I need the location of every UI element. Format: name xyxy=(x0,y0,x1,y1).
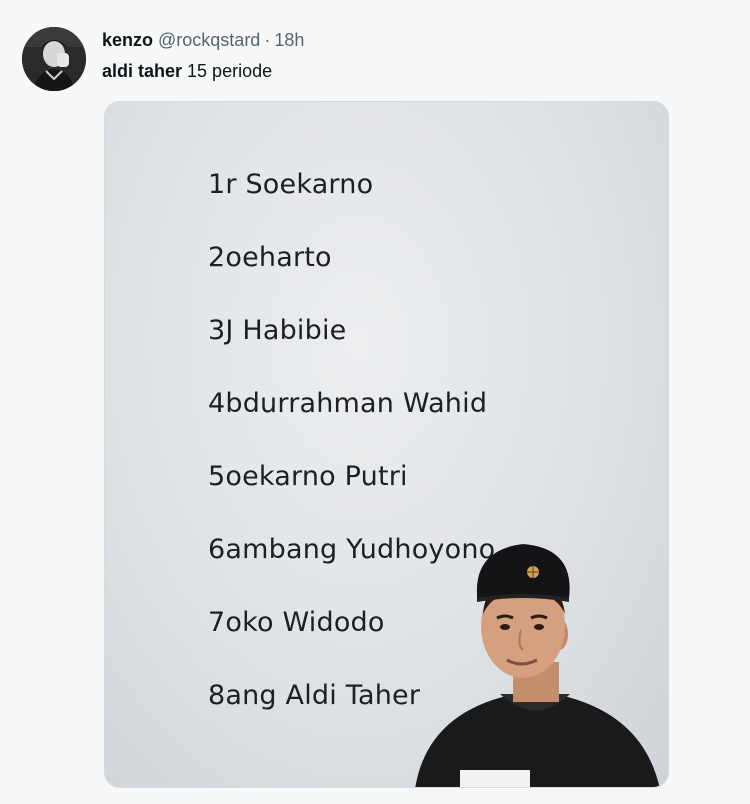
list-item: 7oko Widodo xyxy=(208,607,385,638)
author-display-name[interactable]: kenzo xyxy=(102,30,153,50)
tweet-media-image[interactable]: 1r Soekarno 2oeharto 3J Habibie 4bdurrah… xyxy=(104,101,669,788)
separator-dot: · xyxy=(264,30,271,50)
author-avatar[interactable] xyxy=(22,27,86,91)
tweet-text: aldi taher 15 periode xyxy=(102,59,272,83)
list-item: 4bdurrahman Wahid xyxy=(208,388,488,419)
tweet-timestamp[interactable]: 18h xyxy=(274,30,304,50)
list-item: 2oeharto xyxy=(208,242,332,273)
list-item: 5oekarno Putri xyxy=(208,461,408,492)
person-photo-icon xyxy=(415,544,660,787)
list-item: 3J Habibie xyxy=(208,315,347,346)
list-item: 8ang Aldi Taher xyxy=(208,680,421,711)
tweet: kenzo @rockqstard · 18h aldi taher 15 perio… xyxy=(0,0,750,804)
tweet-header: kenzo @rockqstard · 18h xyxy=(102,29,304,51)
list-item: 1r Soekarno xyxy=(208,169,374,200)
tweet-text-body: 15 periode xyxy=(182,61,273,81)
author-handle[interactable]: @rockqstard xyxy=(158,30,260,50)
tweet-text-bold: aldi taher xyxy=(102,61,183,81)
avatar-photo-icon xyxy=(22,27,86,91)
